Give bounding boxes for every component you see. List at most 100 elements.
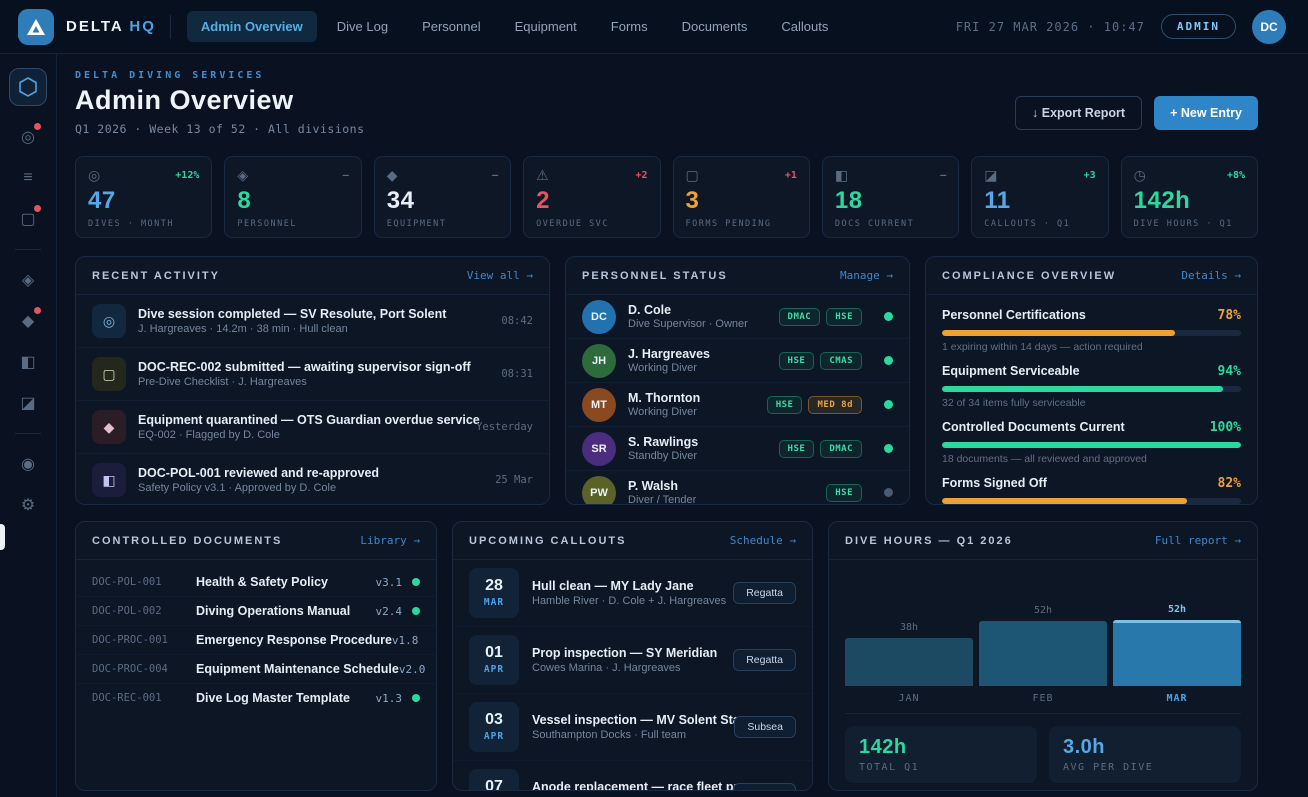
sidebar-forms-icon[interactable]: ▢ <box>9 200 47 238</box>
kpi-overdue-svc[interactable]: ⚠+2 2 OVERDUE SVC <box>523 156 660 238</box>
activity-item[interactable]: ◆ Equipment quarantined — OTS Guardian o… <box>76 401 549 454</box>
bar-feb[interactable] <box>979 621 1107 686</box>
brand-divider <box>170 15 171 39</box>
activity-title: DOC-REC-002 submitted — awaiting supervi… <box>138 360 489 374</box>
personnel-row[interactable]: JH J. HargreavesWorking Diver HSECMAS <box>566 339 909 383</box>
delta-logo[interactable] <box>18 9 54 45</box>
new-entry-button[interactable]: + New Entry <box>1154 96 1258 130</box>
sidebar-dive-log-icon[interactable]: ◎ <box>9 118 47 156</box>
activity-sub: J. Hargreaves · 14.2m · 38 min · Hull cl… <box>138 323 489 335</box>
doc-status-dot <box>412 607 420 615</box>
activity-item[interactable]: ◎ Dive session completed — SV Resolute, … <box>76 295 549 348</box>
nav-documents[interactable]: Documents <box>668 11 762 42</box>
view-all-link[interactable]: View all → <box>467 269 533 282</box>
kpi-forms-pending[interactable]: ▢+1 3 FORMS PENDING <box>673 156 810 238</box>
datetime: FRI 27 MAR 2026 · 10:47 <box>956 20 1145 34</box>
sidebar-documents-icon[interactable]: ◧ <box>9 343 47 381</box>
manage-link[interactable]: Manage → <box>840 269 893 282</box>
person-name: S. Rawlings <box>628 435 767 449</box>
schedule-link[interactable]: Schedule → <box>730 534 796 547</box>
kpi-label: DOCS CURRENT <box>835 219 946 229</box>
person-role: Working Diver <box>628 406 755 418</box>
sidebar-records-icon[interactable]: ◉ <box>9 445 47 483</box>
sidebar-equipment-icon[interactable]: ◆ <box>9 302 47 340</box>
document-row[interactable]: DOC-POL-001 Health & Safety Policy v3.1 <box>76 568 436 597</box>
compliance-note: 1 expiring within 14 days — action requi… <box>942 341 1241 353</box>
document-row[interactable]: DOC-POL-002 Diving Operations Manual v2.… <box>76 597 436 626</box>
callout-row[interactable]: 28MAR Hull clean — MY Lady JaneHamble Ri… <box>453 560 812 627</box>
activity-time: 08:31 <box>501 368 533 380</box>
date-tile: 07APR <box>469 769 519 791</box>
sidebar-callouts-icon[interactable]: ◪ <box>9 384 47 422</box>
left-edge-scroll-marker <box>0 524 5 550</box>
kpi-delta: +1 <box>785 170 797 181</box>
panel-title: COMPLIANCE OVERVIEW <box>942 270 1116 282</box>
equipment-icon: ◆ <box>92 410 126 444</box>
person-role: Working Diver <box>628 362 767 374</box>
cert-badge: HSE <box>767 396 803 414</box>
callout-tag: Regatta <box>733 582 796 604</box>
personnel-row[interactable]: SR S. RawlingsStandby Diver HSEDMAC <box>566 427 909 471</box>
sidebar-equipment-outline-icon[interactable]: ◈ <box>9 261 47 299</box>
kpi-delta: – <box>343 170 349 181</box>
kpi-delta: +2 <box>635 170 647 181</box>
panel-title: UPCOMING CALLOUTS <box>469 535 626 547</box>
bar-mar-highlighted[interactable] <box>1113 620 1241 686</box>
date-tile: 01APR <box>469 635 519 685</box>
compliance-pct: 94% <box>1218 364 1241 379</box>
personnel-row[interactable]: PW P. WalshDiver / Tender HSE <box>566 471 909 505</box>
kpi-callouts-q1[interactable]: ◪+3 11 CALLOUTS · Q1 <box>971 156 1108 238</box>
sidebar-overview-active[interactable] <box>9 68 47 106</box>
delta-triangle-icon <box>27 19 45 35</box>
activity-item[interactable]: ◧ DOC-POL-001 reviewed and re-approvedSa… <box>76 454 549 505</box>
record-icon: ◉ <box>21 454 35 474</box>
x-tick-jan: JAN <box>845 693 973 704</box>
main-nav: Admin Overview Dive Log Personnel Equipm… <box>187 11 842 42</box>
library-link[interactable]: Library → <box>360 534 420 547</box>
progress-fill <box>942 330 1175 336</box>
target-icon: ◎ <box>88 167 100 184</box>
kpi-value: 18 <box>835 188 946 213</box>
nav-equipment[interactable]: Equipment <box>501 11 591 42</box>
user-avatar[interactable]: DC <box>1252 10 1286 44</box>
kpi-dive-hours-q1[interactable]: ◷+8% 142h DIVE HOURS · Q1 <box>1121 156 1258 238</box>
panel-title: DIVE HOURS — Q1 2026 <box>845 535 1013 547</box>
callout-row[interactable]: 03APR Vessel inspection — MV Solent Star… <box>453 694 812 761</box>
sidebar-personnel-icon[interactable]: ≡ <box>9 159 47 197</box>
document-row[interactable]: DOC-PROC-004 Equipment Maintenance Sched… <box>76 655 436 684</box>
bar-column-mar: 52h <box>1113 604 1241 686</box>
full-report-link[interactable]: Full report → <box>1155 534 1241 547</box>
kpi-value: 11 <box>984 188 1095 213</box>
nav-admin-overview[interactable]: Admin Overview <box>187 11 317 42</box>
total-q1-stat: 142h TOTAL Q1 <box>845 726 1037 783</box>
doc-version: v2.4 <box>376 605 403 618</box>
document-row[interactable]: DOC-REC-001 Dive Log Master Template v1.… <box>76 684 436 712</box>
personnel-status-panel: PERSONNEL STATUS Manage → DC D. ColeDive… <box>565 256 910 505</box>
kpi-dives-month[interactable]: ◎+12% 47 DIVES · MONTH <box>75 156 212 238</box>
activity-sub: EQ-002 · Flagged by D. Cole <box>138 429 464 441</box>
personnel-row[interactable]: MT M. ThorntonWorking Diver HSEMED 8d <box>566 383 909 427</box>
nav-forms[interactable]: Forms <box>597 11 662 42</box>
kpi-label: FORMS PENDING <box>686 219 797 229</box>
document-row[interactable]: DOC-PROC-001 Emergency Response Procedur… <box>76 626 436 655</box>
personnel-row[interactable]: DC D. ColeDive Supervisor · Owner DMACHS… <box>566 295 909 339</box>
kpi-equipment[interactable]: ◆– 34 EQUIPMENT <box>374 156 511 238</box>
kpi-docs-current[interactable]: ◧– 18 DOCS CURRENT <box>822 156 959 238</box>
activity-item[interactable]: ▢ DOC-REC-002 submitted — awaiting super… <box>76 348 549 401</box>
gear-icon: ⚙ <box>21 495 35 515</box>
export-report-button[interactable]: ↓ Export Report <box>1015 96 1142 130</box>
callout-row[interactable]: 07APR Anode replacement — race fleet pre… <box>453 761 812 791</box>
callout-row[interactable]: 01APR Prop inspection — SY MeridianCowes… <box>453 627 812 694</box>
admin-role-badge[interactable]: ADMIN <box>1161 14 1236 39</box>
bar-jan[interactable] <box>845 638 973 686</box>
details-link[interactable]: Details → <box>1181 269 1241 282</box>
nav-personnel[interactable]: Personnel <box>408 11 495 42</box>
recent-activity-panel: RECENT ACTIVITY View all → ◎ Dive sessio… <box>75 256 550 505</box>
nav-dive-log[interactable]: Dive Log <box>323 11 402 42</box>
cert-badge: HSE <box>779 352 815 370</box>
kpi-personnel[interactable]: ◈– 8 PERSONNEL <box>224 156 361 238</box>
compliance-note: 32 of 34 items fully serviceable <box>942 397 1241 409</box>
nav-callouts[interactable]: Callouts <box>767 11 842 42</box>
callout-title: Hull clean — MY Lady Jane <box>532 579 720 593</box>
sidebar-settings-icon[interactable]: ⚙ <box>9 486 47 524</box>
